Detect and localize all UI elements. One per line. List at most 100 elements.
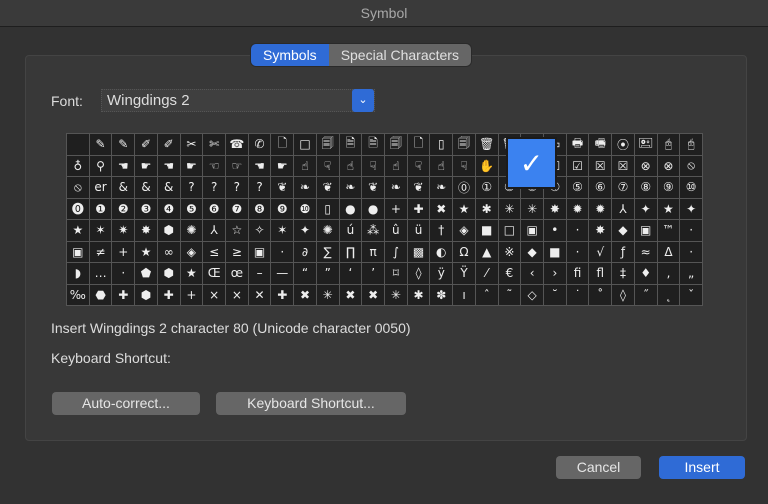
symbol-cell[interactable]: ⑥ <box>589 177 612 198</box>
symbol-cell[interactable]: 🖶 <box>566 134 589 155</box>
symbol-cell[interactable]: ✖ <box>430 198 453 219</box>
symbol-cell[interactable]: ☝ <box>294 155 316 176</box>
symbol-cell[interactable]: ⁄ <box>475 263 498 284</box>
symbol-cell[interactable]: ⊗ <box>657 155 680 176</box>
symbol-cell[interactable]: ⅄ <box>612 198 634 219</box>
symbol-cell[interactable]: ◐ <box>430 241 453 262</box>
symbol-cell[interactable]: ⬢ <box>157 263 180 284</box>
symbol-cell[interactable]: ☝ <box>430 155 453 176</box>
symbol-cell[interactable]: □ <box>498 220 521 241</box>
symbol-cell[interactable]: ⓿ <box>67 198 89 219</box>
symbol-cell[interactable]: ☟ <box>453 155 475 176</box>
symbol-cell[interactable]: ≈ <box>634 241 657 262</box>
symbol-cell[interactable]: ★ <box>135 241 157 262</box>
symbol-cell[interactable]: ✸ <box>543 198 566 219</box>
symbol-cell[interactable]: ✱ <box>407 284 430 305</box>
symbol-cell[interactable]: ≥ <box>225 241 248 262</box>
symbol-cell[interactable]: œ <box>225 263 248 284</box>
symbol-cell[interactable]: ☚ <box>157 155 180 176</box>
symbol-cell[interactable]: ☟ <box>407 155 430 176</box>
symbol-cell[interactable]: ☟ <box>316 155 339 176</box>
symbol-cell[interactable]: ◇ <box>521 284 543 305</box>
symbol-cell[interactable]: 🗐 <box>316 134 339 155</box>
symbol-cell[interactable]: ™ <box>657 220 680 241</box>
symbol-cell[interactable]: ❦ <box>407 177 430 198</box>
symbol-cell[interactable]: ‡ <box>612 263 634 284</box>
symbol-cell[interactable]: ❾ <box>271 198 294 219</box>
symbol-cell[interactable]: ❿ <box>294 198 316 219</box>
auto-correct-button[interactable]: Auto-correct... <box>52 392 200 415</box>
symbol-cell[interactable]: + <box>180 284 203 305</box>
tab-special-characters[interactable]: Special Characters <box>328 44 471 66</box>
symbol-cell[interactable]: ■ <box>543 241 566 262</box>
symbol-cell[interactable]: ✶ <box>271 220 294 241</box>
symbol-cell[interactable]: + <box>384 198 407 219</box>
symbol-cell[interactable]: ✺ <box>316 220 339 241</box>
symbol-cell[interactable]: „ <box>680 263 702 284</box>
symbol-cell[interactable]: 🗋 <box>271 134 294 155</box>
symbol-cell[interactable]: ◈ <box>453 220 475 241</box>
symbol-cell[interactable]: ✳ <box>316 284 339 305</box>
symbol-cell[interactable]: ☆ <box>225 220 248 241</box>
symbol-cell[interactable]: ? <box>225 177 248 198</box>
symbol-cell[interactable]: ˛ <box>657 284 680 305</box>
symbol-cell[interactable]: ❦ <box>316 177 339 198</box>
symbol-cell[interactable]: ☎ <box>225 134 248 155</box>
symbol-cell[interactable]: ▯ <box>316 198 339 219</box>
symbol-cell[interactable]: ∂ <box>294 241 316 262</box>
symbol-cell[interactable]: ✖ <box>339 284 362 305</box>
symbol-cell[interactable]: ⦸ <box>680 155 702 176</box>
symbol-cell[interactable]: — <box>271 263 294 284</box>
symbol-cell[interactable]: ‹ <box>521 263 543 284</box>
symbol-cell[interactable]: ü <box>407 220 430 241</box>
symbol-cell[interactable]: ﬂ <box>589 263 612 284</box>
symbol-cell[interactable]: ⊗ <box>634 155 657 176</box>
symbol-cell[interactable]: ˜ <box>498 284 521 305</box>
symbol-cell[interactable]: ☒ <box>589 155 612 176</box>
symbol-cell[interactable]: ˆ <box>475 284 498 305</box>
symbol-cell[interactable]: ❽ <box>248 198 271 219</box>
symbol-cell[interactable]: + <box>112 241 135 262</box>
symbol-cell[interactable]: ⅄ <box>203 220 225 241</box>
symbol-cell[interactable]: ∏ <box>339 241 362 262</box>
symbol-cell[interactable]: ⁂ <box>362 220 384 241</box>
symbol-cell[interactable]: ✸ <box>589 220 612 241</box>
symbol-cell[interactable]: ❧ <box>430 177 453 198</box>
symbol-cell[interactable]: ✚ <box>157 284 180 305</box>
symbol-cell[interactable]: Œ <box>203 263 225 284</box>
tab-symbols[interactable]: Symbols <box>251 44 329 66</box>
symbol-cell[interactable]: ▲ <box>475 241 498 262</box>
symbol-cell[interactable]: ▣ <box>521 220 543 241</box>
symbol-cell[interactable]: û <box>384 220 407 241</box>
symbol-cell[interactable]: ⬟ <box>135 263 157 284</box>
symbol-cell[interactable]: ⑤ <box>566 177 589 198</box>
symbol-cell[interactable]: ú <box>339 220 362 241</box>
symbol-cell[interactable]: ❧ <box>294 177 316 198</box>
symbol-cell[interactable]: · <box>680 220 702 241</box>
symbol-cell[interactable]: ✦ <box>294 220 316 241</box>
symbol-cell[interactable]: ✚ <box>271 284 294 305</box>
symbol-cell[interactable]: ❸ <box>135 198 157 219</box>
symbol-cell[interactable]: · <box>566 220 589 241</box>
symbol-cell[interactable]: ƒ <box>612 241 634 262</box>
symbol-cell[interactable]: 🖷 <box>589 134 612 155</box>
symbol-cell[interactable]: □ <box>294 134 316 155</box>
symbol-cell[interactable]: ■ <box>475 220 498 241</box>
symbol-cell[interactable]: ☚ <box>248 155 271 176</box>
symbol-cell[interactable]: ● <box>339 198 362 219</box>
symbol-cell[interactable]: ◗ <box>67 263 89 284</box>
symbol-cell[interactable]: ⬣ <box>89 284 112 305</box>
symbol-cell[interactable]: ? <box>203 177 225 198</box>
symbol-cell[interactable]: ※ <box>498 241 521 262</box>
symbol-cell[interactable] <box>67 134 89 155</box>
symbol-cell[interactable]: ◈ <box>180 241 203 262</box>
symbol-cell[interactable]: ∫ <box>384 241 407 262</box>
symbol-cell[interactable]: er <box>89 177 112 198</box>
symbol-cell[interactable]: ⚲ <box>89 155 112 176</box>
symbol-cell[interactable]: ∞ <box>157 241 180 262</box>
symbol-cell[interactable]: 🗋 <box>407 134 430 155</box>
symbol-cell[interactable]: ✹ <box>589 198 612 219</box>
symbol-cell[interactable]: ❧ <box>384 177 407 198</box>
symbol-cell[interactable]: ˚ <box>589 284 612 305</box>
symbol-cell[interactable]: ✄ <box>203 134 225 155</box>
